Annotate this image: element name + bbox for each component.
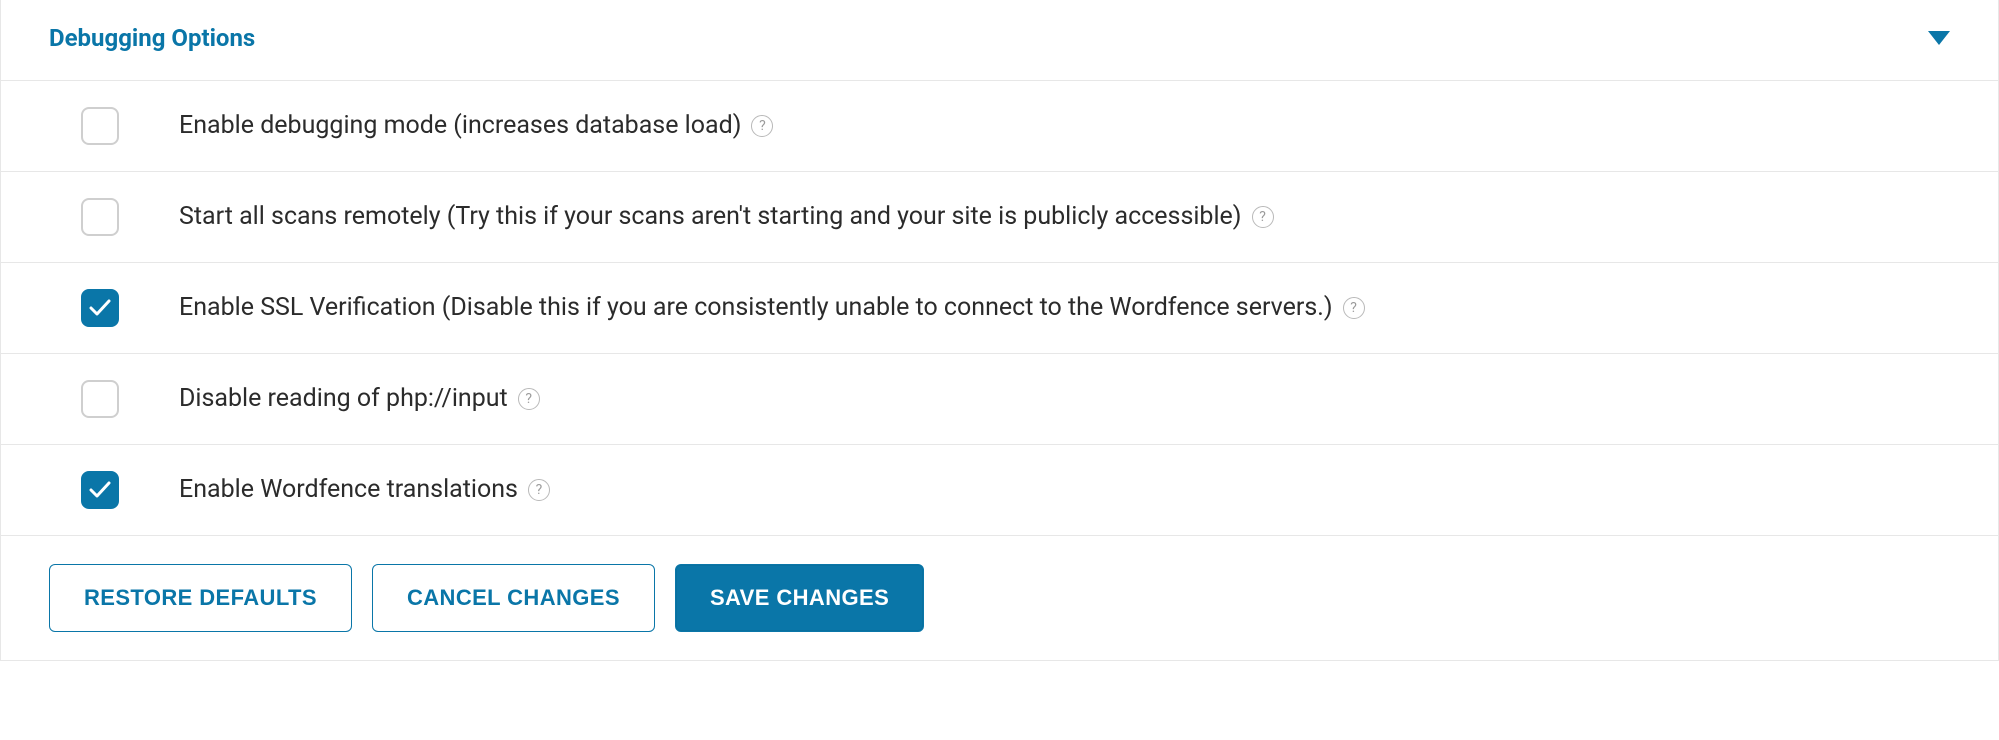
save-changes-button[interactable]: SAVE CHANGES [675,564,924,632]
section-title: Debugging Options [49,24,255,52]
option-text: Disable reading of php://input [179,383,508,416]
checkbox-enable-debugging[interactable] [81,107,119,145]
option-row: Enable debugging mode (increases databas… [1,81,1998,172]
check-icon [89,299,111,317]
help-icon[interactable]: ? [518,388,540,410]
help-icon[interactable]: ? [1252,206,1274,228]
option-label: Enable debugging mode (increases databas… [179,110,773,143]
option-text: Start all scans remotely (Try this if yo… [179,201,1242,234]
option-row: Start all scans remotely (Try this if yo… [1,172,1998,263]
checkbox-remote-scans[interactable] [81,198,119,236]
chevron-down-icon [1928,31,1950,45]
help-icon[interactable]: ? [1343,297,1365,319]
option-text: Enable debugging mode (increases databas… [179,110,741,143]
option-row: Disable reading of php://input ? [1,354,1998,445]
help-icon[interactable]: ? [751,115,773,137]
help-icon[interactable]: ? [528,479,550,501]
checkbox-translations[interactable] [81,471,119,509]
option-row: Enable SSL Verification (Disable this if… [1,263,1998,354]
option-text: Enable Wordfence translations [179,474,518,507]
option-label: Enable Wordfence translations ? [179,474,550,507]
cancel-changes-button[interactable]: CANCEL CHANGES [372,564,655,632]
option-label: Disable reading of php://input ? [179,383,540,416]
action-bar: RESTORE DEFAULTS CANCEL CHANGES SAVE CHA… [1,536,1998,660]
debugging-options-panel: Debugging Options Enable debugging mode … [0,0,1999,661]
option-text: Enable SSL Verification (Disable this if… [179,292,1333,325]
restore-defaults-button[interactable]: RESTORE DEFAULTS [49,564,352,632]
section-header[interactable]: Debugging Options [1,0,1998,81]
option-row: Enable Wordfence translations ? [1,445,1998,536]
option-label: Enable SSL Verification (Disable this if… [179,292,1365,325]
option-label: Start all scans remotely (Try this if yo… [179,201,1274,234]
checkbox-disable-php-input[interactable] [81,380,119,418]
check-icon [89,481,111,499]
checkbox-ssl-verification[interactable] [81,289,119,327]
